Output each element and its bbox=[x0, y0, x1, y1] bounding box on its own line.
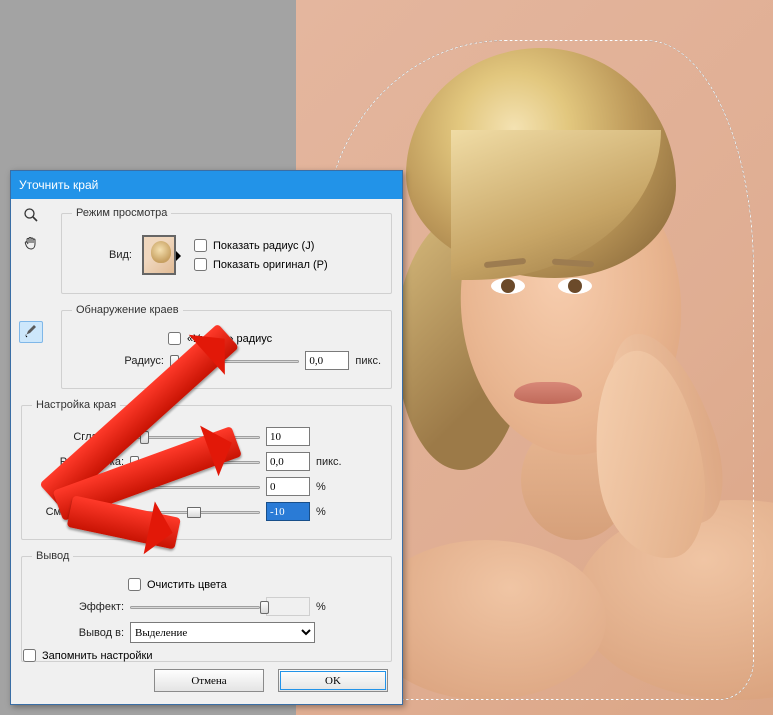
unit-radius: пикс. bbox=[355, 355, 381, 367]
legend-view-mode: Режим просмотра bbox=[72, 207, 171, 219]
cancel-button[interactable]: Отмена bbox=[154, 669, 264, 692]
checkbox-remember[interactable]: Запомнить настройки bbox=[23, 649, 153, 662]
label-radius: Радиус: bbox=[72, 355, 164, 367]
ok-label: OK bbox=[325, 675, 341, 687]
group-view-mode: Режим просмотра Вид: Показать радиус (J)… bbox=[61, 207, 392, 294]
tool-column bbox=[19, 205, 45, 349]
slider-effect bbox=[130, 599, 260, 615]
view-thumbnail-dropdown[interactable] bbox=[142, 235, 176, 275]
input-effect bbox=[266, 597, 310, 616]
clean-colors-check[interactable] bbox=[128, 578, 141, 591]
input-smooth[interactable] bbox=[266, 427, 310, 446]
label-show-original: Показать оригинал (P) bbox=[213, 259, 328, 271]
dialog-title: Уточнить край bbox=[19, 178, 98, 192]
label-show-radius: Показать радиус (J) bbox=[213, 240, 314, 252]
checkbox-show-radius[interactable]: Показать радиус (J) bbox=[194, 239, 328, 252]
input-contrast[interactable] bbox=[266, 477, 310, 496]
label-remember: Запомнить настройки bbox=[42, 650, 153, 662]
legend-output: Вывод bbox=[32, 550, 73, 562]
titlebar[interactable]: Уточнить край bbox=[11, 171, 402, 199]
label-clean-colors: Очистить цвета bbox=[147, 579, 227, 591]
cancel-label: Отмена bbox=[191, 675, 226, 687]
remember-check[interactable] bbox=[23, 649, 36, 662]
label-view: Вид: bbox=[72, 249, 132, 261]
brush-icon bbox=[23, 323, 39, 342]
label-output-to: Вывод в: bbox=[32, 627, 124, 639]
smart-radius-check[interactable] bbox=[168, 332, 181, 345]
input-radius[interactable] bbox=[305, 351, 349, 370]
ok-button[interactable]: OK bbox=[278, 669, 388, 692]
show-radius-check[interactable] bbox=[194, 239, 207, 252]
unit-effect: % bbox=[316, 601, 326, 613]
unit-shift: % bbox=[316, 506, 326, 518]
pan-tool[interactable] bbox=[19, 233, 43, 255]
group-output: Вывод Очистить цвета Эффект: % Вывод в: … bbox=[21, 550, 392, 662]
unit-feather: пикс. bbox=[316, 456, 342, 468]
magnifier-icon bbox=[23, 207, 39, 226]
legend-edge-adjust: Настройка края bbox=[32, 399, 120, 411]
input-feather[interactable] bbox=[266, 452, 310, 471]
unit-contrast: % bbox=[316, 481, 326, 493]
hand-icon bbox=[23, 235, 39, 254]
legend-edge-detect: Обнаружение краев bbox=[72, 304, 183, 316]
select-output-to[interactable]: Выделение bbox=[130, 622, 315, 643]
label-effect: Эффект: bbox=[32, 601, 124, 613]
close-button[interactable] bbox=[368, 172, 402, 199]
show-original-check[interactable] bbox=[194, 258, 207, 271]
chevron-down-icon bbox=[176, 251, 186, 261]
zoom-tool[interactable] bbox=[19, 205, 43, 227]
refine-brush-tool[interactable] bbox=[19, 321, 43, 343]
checkbox-show-original[interactable]: Показать оригинал (P) bbox=[194, 258, 328, 271]
input-shift[interactable] bbox=[266, 502, 310, 521]
